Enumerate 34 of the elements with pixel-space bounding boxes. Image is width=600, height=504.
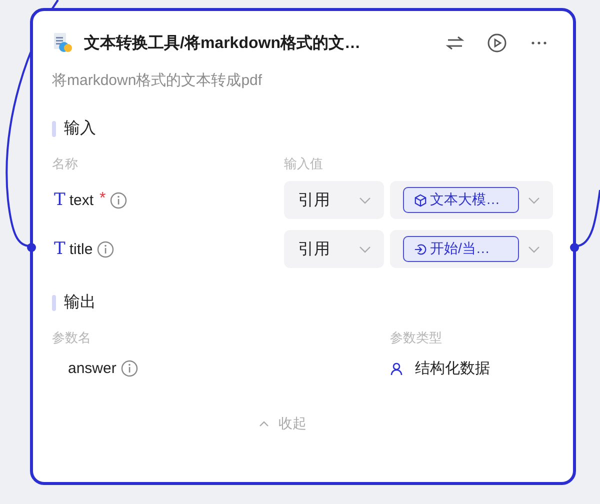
reference-select[interactable]: 文本大模… <box>390 181 553 219</box>
mode-select[interactable]: 引用 <box>284 230 384 268</box>
info-icon[interactable] <box>96 240 114 258</box>
output-port[interactable] <box>570 243 579 252</box>
node-title: 文本转换工具/将markdown格式的文… <box>84 33 360 54</box>
reference-select[interactable]: 开始/当… <box>390 230 553 268</box>
info-icon[interactable] <box>110 192 127 208</box>
node-description: 将markdown格式的文本转成pdf <box>52 71 264 90</box>
param-type: 结构化数据 <box>415 359 490 378</box>
type-glyph: T <box>54 190 66 210</box>
info-icon[interactable] <box>121 360 138 377</box>
param-name: title <box>69 240 93 258</box>
document-icon <box>52 32 74 54</box>
reference-tag[interactable]: 开始/当… <box>403 236 519 262</box>
reference-tag[interactable]: 文本大模… <box>403 187 519 213</box>
node-card[interactable]: 文本转换工具/将markdown格式的文… 将markdown格式的文本转成pdf 输入 名称 输入值 T text * 引用 文本大模… T title 引用 开始/当… 输出 参数名 参数类型 answer 结构化数据 收起 <box>30 8 576 485</box>
person-icon <box>390 362 403 376</box>
caret-icon <box>258 420 268 428</box>
column-header: 参数类型 <box>390 329 443 347</box>
column-header: 输入值 <box>284 155 324 173</box>
param-name: answer <box>68 360 116 377</box>
mode-select[interactable]: 引用 <box>284 181 384 219</box>
column-header: 参数名 <box>52 329 92 347</box>
required-mark: * <box>100 190 106 208</box>
play-icon[interactable] <box>487 33 507 53</box>
column-header: 名称 <box>52 155 79 173</box>
section-heading: 输入 <box>64 118 96 139</box>
cube-icon <box>414 194 427 206</box>
type-glyph: T <box>54 239 66 259</box>
param-name: text <box>69 192 94 208</box>
enter-icon <box>414 242 427 256</box>
section-heading: 输出 <box>64 292 96 313</box>
input-port[interactable] <box>27 243 36 252</box>
connector-line <box>576 190 600 247</box>
